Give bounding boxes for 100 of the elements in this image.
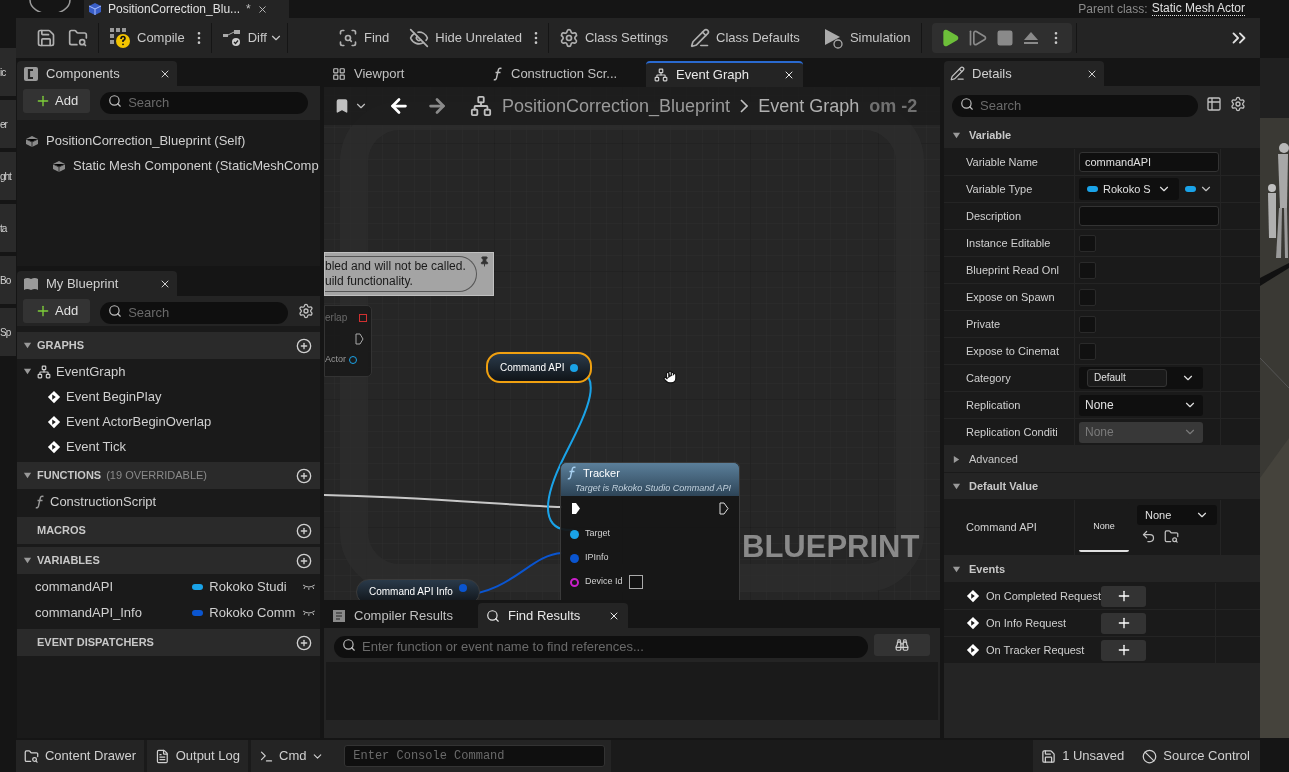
collapse-arrow-icon[interactable] (23, 341, 32, 350)
collapse-arrow-icon[interactable] (23, 556, 32, 565)
class-defaults-button[interactable]: Class Defaults (684, 23, 806, 53)
type-dropdown[interactable]: Rokoko S (1079, 178, 1179, 200)
exec-pin-icon[interactable] (571, 502, 581, 515)
pin-icon[interactable] (479, 256, 490, 267)
results-tab[interactable]: Find Results (478, 603, 628, 628)
expand-arrow-icon[interactable] (952, 454, 961, 464)
component-item[interactable]: Static Mesh Component (StaticMeshComp (73, 155, 319, 176)
cmd-dropdown[interactable]: Cmd (259, 746, 325, 766)
console-field[interactable]: Enter Console Command (344, 745, 605, 767)
variable-item[interactable]: commandAPI_Info (35, 603, 192, 623)
content-drawer-button[interactable]: Content Drawer (16, 740, 144, 772)
closed-eye-icon[interactable] (302, 609, 316, 617)
add-event-button[interactable] (1101, 585, 1146, 607)
circle-logo-icon[interactable] (28, 0, 72, 12)
section-header[interactable]: GRAPHS (17, 332, 320, 359)
close-icon[interactable] (256, 3, 268, 15)
stop-icon[interactable] (995, 29, 1014, 47)
graph-canvas[interactable] (324, 87, 940, 600)
graph-tab[interactable]: Construction Scr... (485, 61, 642, 87)
table-icon[interactable] (1206, 96, 1222, 112)
section-header[interactable]: VARIABLES (17, 547, 320, 574)
search-field[interactable]: Search (952, 94, 1198, 117)
details-tab[interactable]: Details (944, 61, 1104, 86)
checkbox[interactable] (628, 575, 643, 589)
search-field[interactable]: Search (100, 301, 288, 324)
add-icon[interactable] (296, 522, 312, 539)
bookmark-icon[interactable] (334, 98, 350, 114)
checkbox[interactable] (1079, 342, 1096, 360)
collapse-arrow-icon[interactable] (952, 481, 961, 491)
collapse-arrow-icon[interactable] (23, 367, 32, 376)
hide-unrelated-button[interactable]: Hide Unrelated (403, 23, 528, 53)
diff-button[interactable]: Diff (215, 23, 273, 53)
tree-item[interactable]: Event BeginPlay (66, 386, 162, 407)
event-node[interactable]: erlap Actor (324, 305, 372, 377)
checkbox[interactable] (1079, 315, 1096, 333)
simulation-button[interactable]: Simulation (815, 23, 917, 53)
class-settings-button[interactable]: Class Settings (552, 23, 675, 53)
add-event-button[interactable] (1101, 612, 1146, 634)
add-button[interactable]: Add (23, 89, 91, 113)
browse-icon[interactable] (1164, 529, 1179, 544)
tree-item[interactable]: Event ActorBeginOverlap (66, 411, 212, 432)
my-blueprint-tab[interactable]: My Blueprint (17, 271, 177, 296)
add-icon[interactable] (296, 634, 312, 651)
variable-node[interactable]: Command API Info (356, 579, 480, 600)
tree-item[interactable]: ConstructionScript (50, 491, 157, 512)
pin-icon[interactable] (570, 577, 579, 587)
find-button[interactable]: Find (331, 23, 396, 53)
unsaved-button[interactable]: 1 Unsaved (1033, 740, 1135, 772)
breadcrumb-link[interactable]: PositionCorrection_Blueprint (502, 92, 731, 120)
section-header[interactable]: EVENT DISPATCHERS (17, 629, 320, 656)
output-log-button[interactable]: Output Log (147, 740, 248, 772)
close-icon[interactable] (783, 69, 795, 81)
variable-node[interactable]: Command API (486, 352, 593, 383)
pin-icon[interactable] (570, 553, 579, 563)
search-field[interactable]: Search (100, 91, 309, 114)
text-field[interactable] (1079, 206, 1219, 226)
graph-tab[interactable]: Viewport (324, 61, 481, 87)
closed-eye-icon[interactable] (302, 583, 316, 591)
component-item[interactable]: PositionCorrection_Blueprint (Self) (46, 130, 246, 151)
add-icon[interactable] (296, 552, 312, 569)
add-button[interactable]: Add (23, 299, 91, 323)
variable-item[interactable]: commandAPI (35, 577, 192, 597)
reset-icon[interactable] (1141, 529, 1156, 544)
add-event-button[interactable] (1101, 639, 1146, 661)
find-button[interactable] (874, 634, 930, 656)
checkbox[interactable] (1079, 234, 1096, 252)
settings-icon[interactable] (1230, 96, 1246, 112)
comment-box[interactable]: bled and will not be called. uild functionality. (324, 252, 494, 296)
pin-icon[interactable] (570, 363, 579, 372)
compile-button[interactable]: Compile (103, 23, 191, 53)
collapse-arrow-icon[interactable] (23, 471, 32, 480)
collapse-arrow-icon[interactable] (952, 130, 961, 140)
tree-item[interactable]: Event Tick (66, 436, 126, 457)
add-icon[interactable] (296, 467, 312, 484)
document-tab[interactable]: PositionCorrection_Blu... * (84, 0, 289, 18)
section-header[interactable]: MACROS (17, 517, 320, 544)
forward-arrow-icon[interactable] (426, 95, 448, 117)
back-arrow-icon[interactable] (388, 95, 410, 117)
parent-class-link[interactable]: Static Mesh Actor (1151, 2, 1245, 16)
source-control-button[interactable]: Source Control (1134, 740, 1260, 772)
asset-dropdown[interactable]: None (1137, 505, 1217, 525)
collapse-arrow-icon[interactable] (952, 564, 961, 574)
dropdown[interactable]: None (1079, 394, 1203, 416)
function-node[interactable]: Tracker Target is Rokoko Studio Command API Target IPInfo Device Id (560, 462, 740, 600)
add-icon[interactable] (296, 337, 312, 354)
section-header[interactable]: FUNCTIONS (19 OVERRIDABLE) (17, 462, 320, 489)
checkbox[interactable] (1079, 288, 1096, 306)
category-dropdown[interactable]: Default (1079, 367, 1203, 389)
settings-icon[interactable] (298, 303, 314, 319)
graph-tab[interactable]: Event Graph (646, 61, 803, 87)
find-field[interactable]: Enter function or event name to find references... (334, 635, 868, 658)
checkbox[interactable] (1079, 261, 1096, 279)
pin-icon[interactable] (570, 529, 579, 539)
step-forward-icon[interactable] (967, 28, 988, 48)
delegate-pin-icon[interactable] (359, 313, 367, 322)
results-tab[interactable]: Compiler Results (324, 603, 474, 628)
tree-item[interactable]: EventGraph (56, 361, 126, 382)
text-field[interactable]: commandAPI (1079, 152, 1219, 172)
